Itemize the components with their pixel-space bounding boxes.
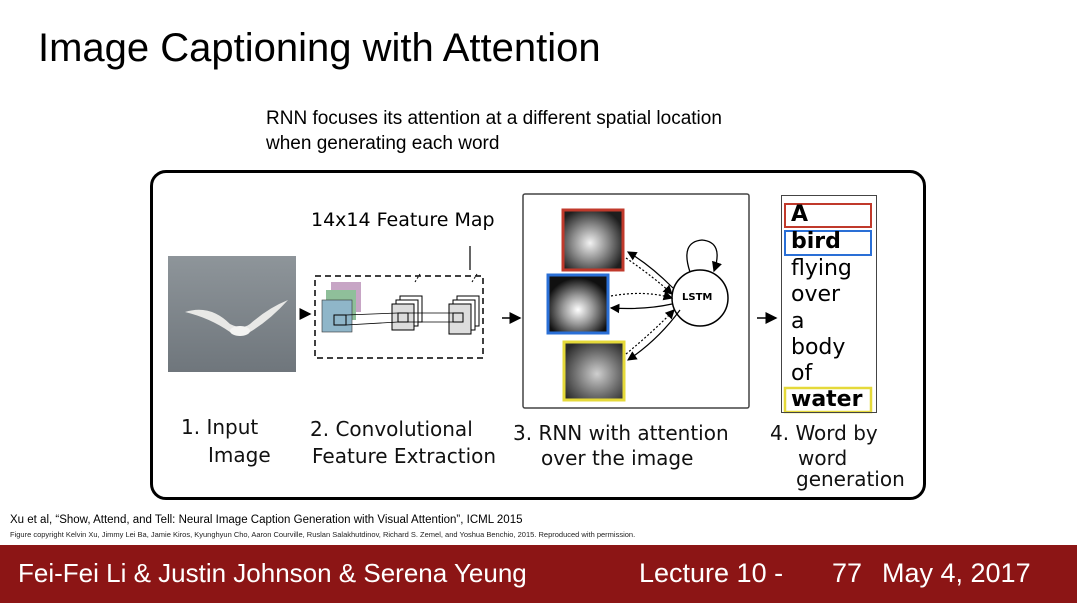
attention-map-3 — [562, 340, 626, 402]
step-3-label-line1: 3. RNN with attention — [513, 421, 729, 445]
caption-line-1: RNN focuses its attention at a different… — [266, 108, 722, 129]
word-6: body — [791, 335, 846, 360]
feature-extraction-box — [314, 246, 484, 359]
word-list: A bird flying over a body of water — [781, 195, 877, 413]
word-5: a — [791, 309, 805, 334]
footer-date: May 4, 2017 — [882, 558, 1031, 588]
step-4-label-line3: generation — [796, 467, 905, 491]
step-2-label-line1: 2. Convolutional — [310, 417, 473, 441]
footer-lecture: Lecture 10 - — [639, 558, 784, 588]
footer-page-number: 77 — [832, 558, 863, 588]
word-1: A — [791, 202, 809, 227]
input-image — [168, 256, 296, 372]
step-2-label-line2: Feature Extraction — [312, 444, 497, 468]
word-8: water — [791, 387, 863, 412]
footer-bar: Fei-Fei Li & Justin Johnson & Serena Yeu… — [0, 545, 1077, 603]
step-4-label-line1: 4. Word by — [770, 421, 878, 445]
slide-title: Image Captioning with Attention — [38, 26, 601, 70]
attention-map-2 — [546, 273, 610, 335]
rnn-attention-box — [522, 193, 750, 409]
step-1-label-line1: 1. Input — [181, 415, 259, 439]
slide-caption: RNN focuses its attention at a different… — [266, 106, 722, 156]
word-2: bird — [791, 229, 841, 254]
word-4: over — [791, 282, 841, 307]
figure-copyright: Figure copyright Kelvin Xu, Jimmy Lei Ba… — [10, 530, 636, 539]
feature-map-label: 14x14 Feature Map — [311, 209, 495, 231]
step-1-label-line2: Image — [208, 443, 271, 467]
caption-line-2: when generating each word — [266, 133, 500, 154]
word-7: of — [791, 361, 813, 386]
footer-authors: Fei-Fei Li & Justin Johnson & Serena Yeu… — [18, 558, 527, 588]
step-3-label-line2: over the image — [541, 446, 694, 470]
lstm-label: LSTM — [682, 292, 713, 303]
citation: Xu et al, “Show, Attend, and Tell: Neura… — [10, 514, 523, 526]
word-3: flying — [791, 256, 852, 281]
attention-map-1 — [561, 208, 625, 272]
